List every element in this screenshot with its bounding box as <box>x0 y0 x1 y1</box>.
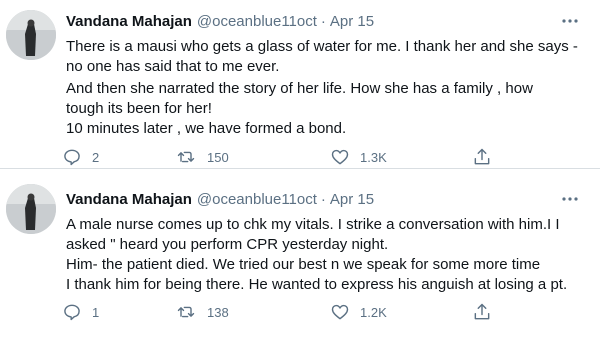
tweet-actions: 1 138 1.2K <box>62 301 502 323</box>
reply-icon <box>64 304 80 321</box>
tweet-text-line: 10 minutes later , we have formed a bond… <box>66 120 347 137</box>
reply-button[interactable]: 2 <box>62 146 99 168</box>
share-button[interactable] <box>472 301 492 323</box>
tweet-date[interactable]: Apr 15 <box>330 191 374 208</box>
author-handle[interactable]: @oceanblue11oct <box>197 191 317 208</box>
author-name[interactable]: Vandana Mahajan <box>66 13 192 30</box>
more-horizontal-icon[interactable] <box>558 188 582 210</box>
tweet-text-line: A male nurse comes up to chk my vitals. … <box>66 216 560 233</box>
like-count: 1.2K <box>360 304 387 320</box>
retweet-button[interactable]: 150 <box>175 146 229 168</box>
share-icon <box>474 148 490 165</box>
reply-icon <box>64 149 80 166</box>
retweet-icon <box>177 151 195 163</box>
author-handle[interactable]: @oceanblue11oct <box>197 13 317 30</box>
more-horizontal-icon[interactable] <box>558 10 582 32</box>
tweet-text-line: no one has said that to me ever. <box>66 58 280 75</box>
like-count: 1.3K <box>360 149 387 165</box>
tweet-date[interactable]: Apr 15 <box>330 13 374 30</box>
separator-dot: · <box>320 12 326 30</box>
like-icon <box>331 149 349 165</box>
share-button[interactable] <box>472 146 492 168</box>
retweet-button[interactable]: 138 <box>175 301 229 323</box>
reply-count: 1 <box>92 304 100 320</box>
avatar[interactable] <box>6 10 56 60</box>
tweet-header: Vandana Mahajan @oceanblue11oct · Apr 15 <box>66 10 374 32</box>
tweet-text-line: And then she narrated the story of her l… <box>66 80 533 97</box>
tweet[interactable]: Vandana Mahajan @oceanblue11oct · Apr 15… <box>0 169 600 338</box>
retweet-count: 150 <box>207 149 229 165</box>
tweet[interactable]: Vandana Mahajan @oceanblue11oct · Apr 15… <box>0 0 600 169</box>
tweet-actions: 2 150 1.3K <box>62 146 502 168</box>
author-name[interactable]: Vandana Mahajan <box>66 191 192 208</box>
like-button[interactable]: 1.2K <box>330 301 387 323</box>
tweet-text-line: tough its been for her! <box>66 100 212 117</box>
tweet-text-line: I thank him for being there. He wanted t… <box>66 276 568 293</box>
reply-button[interactable]: 1 <box>62 301 99 323</box>
tweet-text-line: There is a mausi who gets a glass of wat… <box>66 38 578 55</box>
avatar[interactable] <box>6 184 56 234</box>
tweet-header: Vandana Mahajan @oceanblue11oct · Apr 15 <box>66 188 374 210</box>
tweet-text: There is a mausi who gets a glass of wat… <box>66 37 586 139</box>
separator-dot: · <box>320 190 326 208</box>
like-button[interactable]: 1.3K <box>330 146 387 168</box>
tweet-text-line: Him- the patient died. We tried our best… <box>66 256 541 273</box>
like-icon <box>331 304 349 320</box>
tweet-text-line: asked " heard you perform CPR yesterday … <box>66 236 389 253</box>
tweet-text: A male nurse comes up to chk my vitals. … <box>66 215 586 295</box>
reply-count: 2 <box>92 149 100 165</box>
retweet-count: 138 <box>207 304 229 320</box>
retweet-icon <box>177 306 195 318</box>
share-icon <box>474 303 490 320</box>
